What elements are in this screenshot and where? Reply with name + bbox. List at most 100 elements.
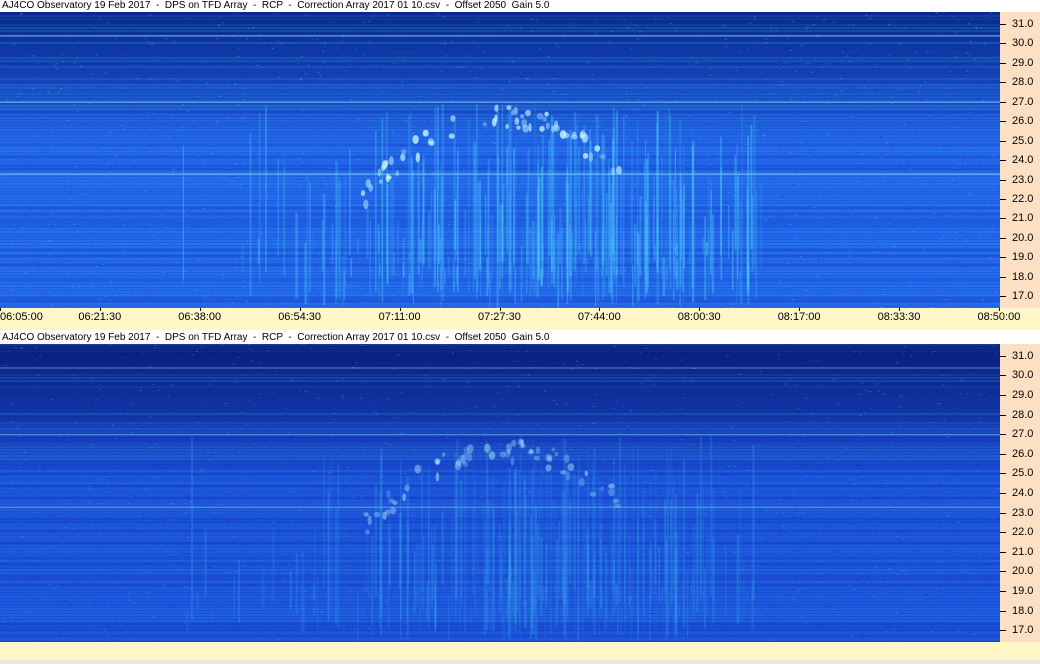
noise-speckle [122,373,125,375]
noise-speckle [657,621,660,623]
noise-speckle [399,144,402,146]
emission-streak [548,139,551,257]
noise-speckle [668,69,671,71]
noise-speckle [367,539,370,541]
noise-speckle [386,20,389,22]
noise-speckle [384,208,387,210]
noise-speckle [636,109,639,111]
noise-band [0,108,1000,110]
noise-speckle [71,286,74,288]
noise-speckle [285,576,288,578]
y-tick-label: 21.0 [1012,212,1034,225]
noise-speckle [849,525,851,527]
noise-speckle [237,193,240,195]
noise-band [0,614,1000,616]
noise-speckle [377,25,379,27]
noise-speckle [806,26,809,28]
noise-speckle [163,524,166,526]
noise-speckle [527,78,530,80]
noise-speckle [483,203,486,205]
noise-speckle [543,493,546,495]
noise-speckle [243,234,246,235]
noise-speckle [36,196,39,197]
noise-speckle [689,115,692,117]
noise-speckle [957,535,960,536]
noise-speckle [493,405,496,407]
noise-band [0,90,1000,92]
noise-speckle [17,55,20,57]
emission-streak [669,175,672,290]
noise-speckle [457,365,459,367]
noise-speckle [184,108,187,110]
noise-speckle [317,486,320,488]
noise-band [0,45,1000,47]
noise-speckle [117,72,120,74]
noise-speckle [972,147,975,149]
noise-speckle [800,256,803,258]
noise-band [0,518,1000,520]
noise-speckle [606,138,609,140]
noise-speckle [187,378,190,380]
noise-speckle [452,46,455,48]
noise-speckle [38,376,41,378]
noise-speckle [497,364,500,366]
noise-speckle [116,602,119,603]
noise-speckle [482,634,485,636]
noise-speckle [705,156,708,158]
noise-speckle [975,27,978,29]
noise-speckle [906,58,909,60]
noise-speckle [226,159,229,161]
noise-speckle [705,457,708,459]
noise-speckle [837,403,840,405]
emission-streak [710,178,713,288]
noise-speckle [155,59,158,61]
noise-speckle [148,283,150,285]
noise-speckle [637,99,640,101]
noise-speckle [241,192,244,194]
noise-speckle [753,40,755,42]
noise-speckle [7,350,10,352]
noise-speckle [961,262,964,264]
noise-speckle [359,398,362,400]
noise-speckle [77,286,80,288]
noise-speckle [924,81,927,83]
noise-speckle [105,82,108,84]
noise-speckle [228,85,230,87]
noise-speckle [854,351,857,352]
noise-speckle [995,390,997,392]
noise-speckle [6,572,9,574]
noise-speckle [449,206,452,208]
noise-speckle [687,216,690,218]
noise-speckle [676,456,679,458]
noise-speckle [773,398,776,400]
noise-speckle [890,139,893,140]
noise-speckle [255,163,258,165]
noise-speckle [882,97,885,99]
noise-speckle [217,354,220,356]
noise-speckle [78,233,81,235]
noise-speckle [950,96,953,98]
noise-speckle [109,477,112,479]
noise-speckle [117,570,120,572]
noise-speckle [335,88,338,90]
noise-speckle [157,639,160,641]
y-tick-label: 28.0 [1012,76,1034,89]
noise-speckle [856,247,859,249]
noise-speckle [988,236,991,238]
noise-speckle [682,636,685,638]
noise-speckle [286,281,289,283]
noise-speckle [786,197,788,199]
noise-speckle [196,351,199,352]
noise-speckle [129,423,132,425]
noise-speckle [479,437,482,439]
noise-speckle [138,183,141,185]
noise-speckle [355,480,358,482]
noise-speckle [571,34,574,36]
noise-speckle [113,570,116,572]
noise-speckle [341,40,343,42]
noise-speckle [783,632,786,634]
noise-speckle [652,302,655,304]
noise-speckle [979,165,982,167]
noise-speckle [93,637,96,639]
noise-speckle [200,300,203,302]
